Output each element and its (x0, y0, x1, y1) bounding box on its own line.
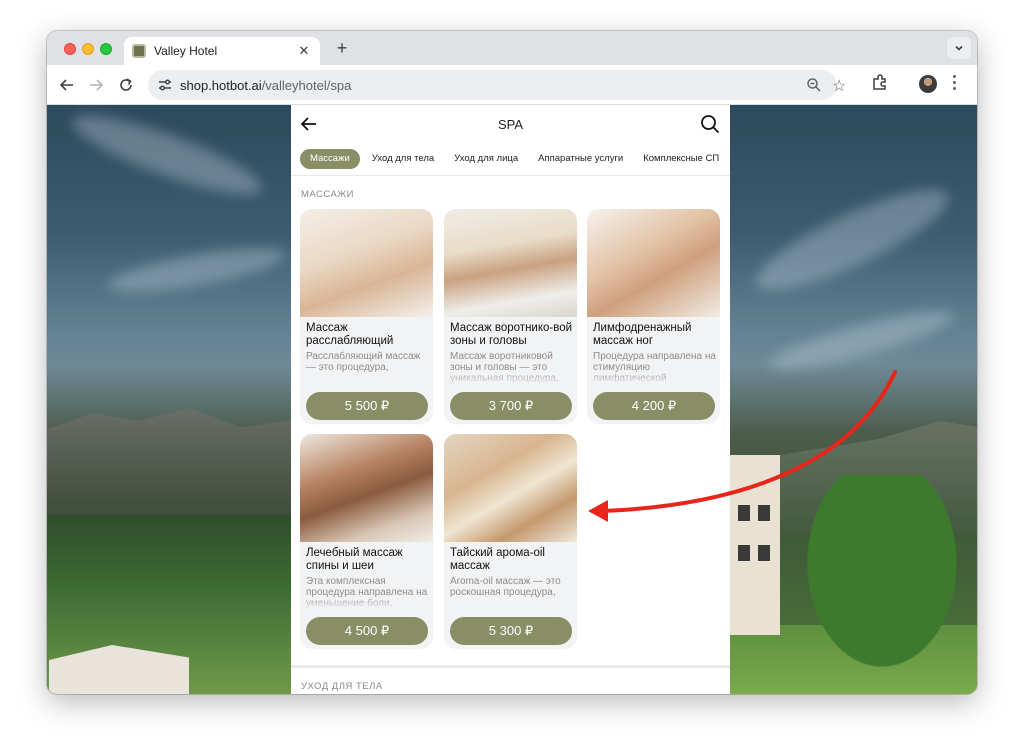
service-photo (444, 434, 577, 542)
service-description: Массаж воротниковой зоны и головы — это … (450, 351, 574, 385)
bookmark-star-icon[interactable]: ☆ (832, 76, 846, 96)
tab-title: Valley Hotel (154, 44, 218, 58)
service-card[interactable]: Массаж воротнико-вой зоны и головы Масса… (444, 209, 577, 424)
forward-button[interactable] (84, 73, 108, 97)
service-card[interactable]: Лечебный массаж спины и шеи Эта комплекс… (300, 434, 433, 649)
arrow-right-icon (90, 79, 103, 91)
price-button[interactable]: 5 500 ₽ (306, 392, 428, 420)
site-settings-icon[interactable] (157, 77, 173, 93)
service-title: Лечебный массаж спины и шеи (306, 547, 403, 572)
arrow-left-icon (60, 79, 73, 91)
tab-strip: Valley Hotel ✕ + (47, 31, 977, 65)
minimize-window-button[interactable] (82, 43, 94, 55)
tab-hardware-services[interactable]: Аппаратные услуги (528, 149, 633, 169)
tab-complex-spa[interactable]: Комплексные СП (633, 149, 729, 169)
page-title: SPA (497, 117, 524, 132)
service-description: Aroma-oil массаж — это роскошная процеду… (450, 576, 574, 610)
price-button[interactable]: 3 700 ₽ (450, 392, 572, 420)
service-photo (300, 434, 433, 542)
service-description: Эта комплексная процедура направлена на … (306, 576, 430, 610)
url-text: shop.hotbot.ai/valleyhotel/spa (180, 78, 351, 93)
tab-face-care[interactable]: Уход для лица (444, 149, 528, 169)
chevron-down-icon (955, 45, 963, 51)
back-button[interactable] (55, 73, 79, 97)
zoom-icon[interactable] (806, 77, 822, 93)
service-card[interactable]: Массаж расслабляющий Расслабляющий масса… (300, 209, 433, 424)
service-card[interactable]: Тайский арома-oil массаж Aroma-oil масса… (444, 434, 577, 649)
url-host: shop.hotbot.ai (180, 77, 262, 93)
price-button[interactable]: 4 200 ₽ (593, 392, 715, 420)
search-icon[interactable] (700, 114, 720, 134)
extensions-puzzle-icon[interactable] (871, 73, 889, 91)
service-title: Массаж расслабляющий (306, 322, 394, 347)
profile-avatar[interactable] (919, 75, 937, 93)
tab-massages[interactable]: Массажи (300, 148, 360, 169)
close-window-button[interactable] (64, 43, 76, 55)
price-button[interactable]: 5 300 ₽ (450, 617, 572, 645)
price-button[interactable]: 4 500 ₽ (306, 617, 428, 645)
tab-body-care[interactable]: Уход для тела (362, 149, 444, 169)
tab-search-button[interactable] (947, 37, 971, 59)
reload-icon (120, 78, 132, 91)
url-path: /valleyhotel/spa (261, 77, 352, 93)
hotel-favicon-icon (132, 44, 146, 58)
address-bar[interactable]: shop.hotbot.ai/valleyhotel/spa ☆ (148, 70, 846, 100)
service-card[interactable]: Лимфодренажный массаж ног Процедура напр… (587, 209, 720, 424)
section-heading-massages: МАССАЖИ (301, 189, 354, 200)
service-photo (300, 209, 433, 317)
service-title: Массаж воротнико-вой зоны и головы (450, 322, 573, 347)
service-title: Тайский арома-oil массаж (450, 547, 545, 572)
tab-close-icon[interactable]: ✕ (296, 43, 312, 59)
section-divider (291, 665, 730, 668)
browser-window: Valley Hotel ✕ + shop.hotbot.ai/valleyho… (47, 31, 977, 694)
reload-button[interactable] (114, 73, 138, 97)
service-description: Процедура направлена на стимуляцию лимфа… (593, 351, 717, 385)
service-photo (587, 209, 720, 317)
maximize-window-button[interactable] (100, 43, 112, 55)
service-description: Расслабляющий массаж — это процедура, (306, 351, 430, 385)
section-heading-body-care: УХОД ДЛЯ ТЕЛА (301, 681, 383, 692)
service-title: Лимфодренажный массаж ног (593, 322, 692, 347)
page-viewport: SPA Массажи Уход для тела Уход для лица … (47, 105, 977, 694)
browser-toolbar: shop.hotbot.ai/valleyhotel/spa ☆ (47, 65, 977, 105)
new-tab-icon[interactable]: + (331, 38, 353, 59)
spa-app-panel: SPA Массажи Уход для тела Уход для лица … (291, 105, 730, 694)
service-photo (444, 209, 577, 317)
category-tabs: Массажи Уход для тела Уход для лица Аппа… (291, 142, 730, 176)
app-header: SPA (291, 105, 730, 142)
browser-tab[interactable]: Valley Hotel ✕ (124, 37, 320, 65)
browser-menu-icon[interactable] (953, 75, 957, 93)
